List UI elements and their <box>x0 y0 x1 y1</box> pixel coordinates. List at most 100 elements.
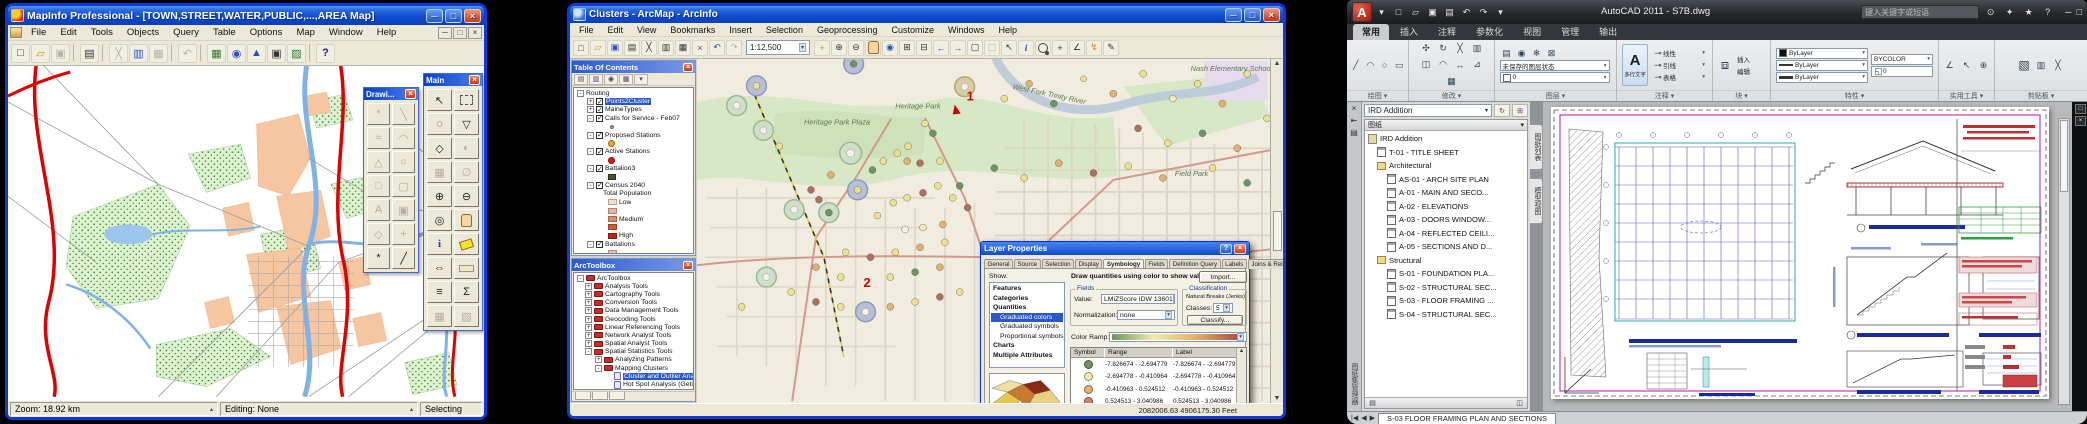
separator[interactable] <box>200 44 204 62</box>
insert-block-icon[interactable]: ⧈ <box>1718 59 1732 71</box>
arc-icon[interactable]: ◠ <box>1365 59 1377 71</box>
reshape-tool[interactable]: ◇ <box>367 223 390 245</box>
mdi-restore-button[interactable]: □ <box>453 27 467 39</box>
ellipse-tool[interactable]: ○ <box>392 151 415 173</box>
ribbon-tab[interactable]: 注释 <box>1429 24 1465 40</box>
toolbox-row[interactable]: + Linear Referencing Tools <box>574 323 693 331</box>
map-vertical-scrollbar[interactable]: ▲▼ <box>1270 59 1283 403</box>
maximize-button[interactable]: □ <box>1244 8 1261 22</box>
zoom-out-icon[interactable]: ⊖ <box>848 40 864 56</box>
color-ramp-combobox[interactable]: ▾ <box>1109 332 1247 342</box>
back-extent-icon[interactable]: ← <box>933 40 949 56</box>
toolbox-row[interactable]: + Conversion Tools <box>574 299 693 307</box>
class-break-row[interactable]: -0.410963 - 0.524512 -0.410963 - 0.52451… <box>1071 383 1246 396</box>
menu-item[interactable]: Edit <box>601 24 631 36</box>
menu-item[interactable]: View <box>630 24 663 36</box>
change-view-tool[interactable]: ◎ <box>427 209 452 231</box>
autocad-logo-icon[interactable]: A <box>1352 2 1372 22</box>
normalization-combobox[interactable]: none▾ <box>1117 310 1175 320</box>
layer-visibility-checkbox[interactable] <box>596 106 603 113</box>
toc-row[interactable]: - Census 2040 <box>574 181 693 189</box>
print-icon[interactable]: ▤ <box>624 40 640 56</box>
frame-tool[interactable]: ▣ <box>392 199 415 221</box>
invert-selection-tool[interactable]: ◐ <box>454 137 479 159</box>
favorites-icon[interactable]: ★ <box>2021 5 2036 20</box>
layer-combobox[interactable]: 0▾ <box>1500 72 1610 83</box>
toc-row[interactable] <box>574 173 693 181</box>
expand-collapse-icon[interactable]: + <box>587 106 594 113</box>
expand-collapse-icon[interactable]: + <box>585 324 592 331</box>
toc-options-icon[interactable]: ▾ <box>634 74 648 85</box>
copy-icon[interactable]: ▥ <box>1470 43 1484 55</box>
sheet-tree-row[interactable]: IRD Addition <box>1365 132 1527 146</box>
ssm-close-icon[interactable]: × <box>1352 104 1357 113</box>
new-grapher-icon[interactable]: ▲ <box>247 44 266 63</box>
ruler-tool[interactable] <box>454 257 479 279</box>
mdi-minimize-button[interactable]: ─ <box>438 27 452 39</box>
copy-icon[interactable]: ▥ <box>658 40 674 56</box>
id-point-icon[interactable]: ⊕ <box>1977 59 1991 71</box>
rotate-icon[interactable]: ↻ <box>1436 43 1450 55</box>
modify-panel-label[interactable]: 修改 ▾ <box>1409 90 1494 101</box>
measure-icon[interactable]: ∠ <box>1069 40 1085 56</box>
active-layout-tab[interactable]: S-03 FLOOR FRAMING PLAN AND SECTIONS <box>1378 413 1556 424</box>
draw-panel-label[interactable]: 绘图 ▾ <box>1347 90 1408 101</box>
new-icon[interactable]: □ <box>1391 5 1406 20</box>
maximize-button[interactable]: □ <box>2077 7 2082 17</box>
annotation-tool[interactable]: ⊸表格▾ <box>1651 72 1707 83</box>
menu-item[interactable]: Geoprocessing <box>810 24 885 36</box>
new-browser-icon[interactable]: ▦ <box>207 44 226 63</box>
ribbon-tab[interactable]: 常用 <box>1353 24 1389 40</box>
main-toolbar-titlebar[interactable]: Main × <box>424 74 482 86</box>
minimize-button[interactable]: ─ <box>426 9 443 23</box>
menu-item[interactable]: Bookmarks <box>663 24 722 36</box>
rounded-rectangle-tool[interactable]: ▢ <box>392 175 415 197</box>
qat-customize-icon[interactable]: ▾ <box>1493 5 1508 20</box>
minimize-button[interactable]: ─ <box>1225 8 1242 22</box>
help-search-input[interactable] <box>1861 5 1979 19</box>
layout-paper[interactable] <box>1551 107 2049 399</box>
arctoolbox-close-icon[interactable]: × <box>683 261 693 270</box>
dialog-titlebar[interactable]: Layer Properties ? × <box>981 242 1249 255</box>
open-icon[interactable]: ▱ <box>590 40 606 56</box>
dialog-tab[interactable]: Joins & Relates <box>1248 259 1283 269</box>
layer-freeze-icon[interactable]: ❄ <box>1530 47 1544 59</box>
rectangle-tool[interactable]: □ <box>367 175 390 197</box>
arc-tool[interactable]: ◠ <box>392 127 415 149</box>
label-tool[interactable] <box>454 233 479 255</box>
graph-select-tool[interactable]: ▦ <box>427 161 452 183</box>
fixed-zoom-in-icon[interactable]: ⊞ <box>899 40 915 56</box>
toc-row[interactable]: - Battalion3 <box>574 165 693 173</box>
show-list-item[interactable]: Quantities <box>991 303 1063 313</box>
menu-item[interactable]: Tools <box>84 26 120 39</box>
toolbox-row[interactable]: + Analyzing Patterns <box>574 356 693 364</box>
toolbox-row[interactable]: + Analysis Tools <box>574 282 693 290</box>
drawing-toolbar-titlebar[interactable]: Drawi... × <box>364 88 418 100</box>
list-by-selection-icon[interactable]: ▦ <box>619 74 633 85</box>
toolbox-row[interactable]: Cluster and Outlier Analysis (Anselin Lo… <box>574 372 693 380</box>
layer-state-combobox[interactable]: 未保存的图层状态▾ <box>1500 60 1610 71</box>
line-style-button[interactable]: ╱ <box>392 247 415 269</box>
sheet-tree-row[interactable]: A-01 - MAIN AND SECO... <box>1365 186 1527 200</box>
layer-visibility-checkbox[interactable] <box>596 115 603 122</box>
column-symbol[interactable]: Symbol <box>1071 348 1105 358</box>
close-button[interactable]: × <box>464 9 481 23</box>
array-icon[interactable]: ▦ <box>1445 75 1459 87</box>
new-table-icon[interactable]: □ <box>11 44 30 63</box>
assign-selected-objects-tool[interactable]: ▧ <box>454 305 479 327</box>
model-views-tab[interactable]: 模型视图 <box>1530 178 1543 224</box>
drawing-toolbar-close-icon[interactable]: × <box>405 89 416 99</box>
class-break-row[interactable]: 0.524513 - 3.040986 0.524513 - 3.040986 <box>1071 396 1246 404</box>
ssm-import-icon[interactable]: ⊞ <box>1512 104 1528 117</box>
toolbox-row[interactable]: + Cartography Tools <box>574 290 693 298</box>
prev-tab-icon[interactable]: ◀ <box>1361 414 1366 422</box>
search-binoculars-icon[interactable]: ⊙ <box>1983 5 1998 20</box>
line-tool[interactable]: ╲ <box>392 103 415 125</box>
list-by-drawing-order-icon[interactable]: ▤ <box>574 74 588 85</box>
sheet-tree-row[interactable]: A-03 - DOORS WINDOW... <box>1365 213 1527 227</box>
symbol-style-button[interactable]: * <box>367 247 390 269</box>
layer-visibility-checkbox[interactable] <box>596 165 603 172</box>
toc-row[interactable]: - Active Stations <box>574 148 693 156</box>
toc-row[interactable]: High <box>574 232 693 240</box>
column-range[interactable]: Range <box>1105 348 1173 358</box>
